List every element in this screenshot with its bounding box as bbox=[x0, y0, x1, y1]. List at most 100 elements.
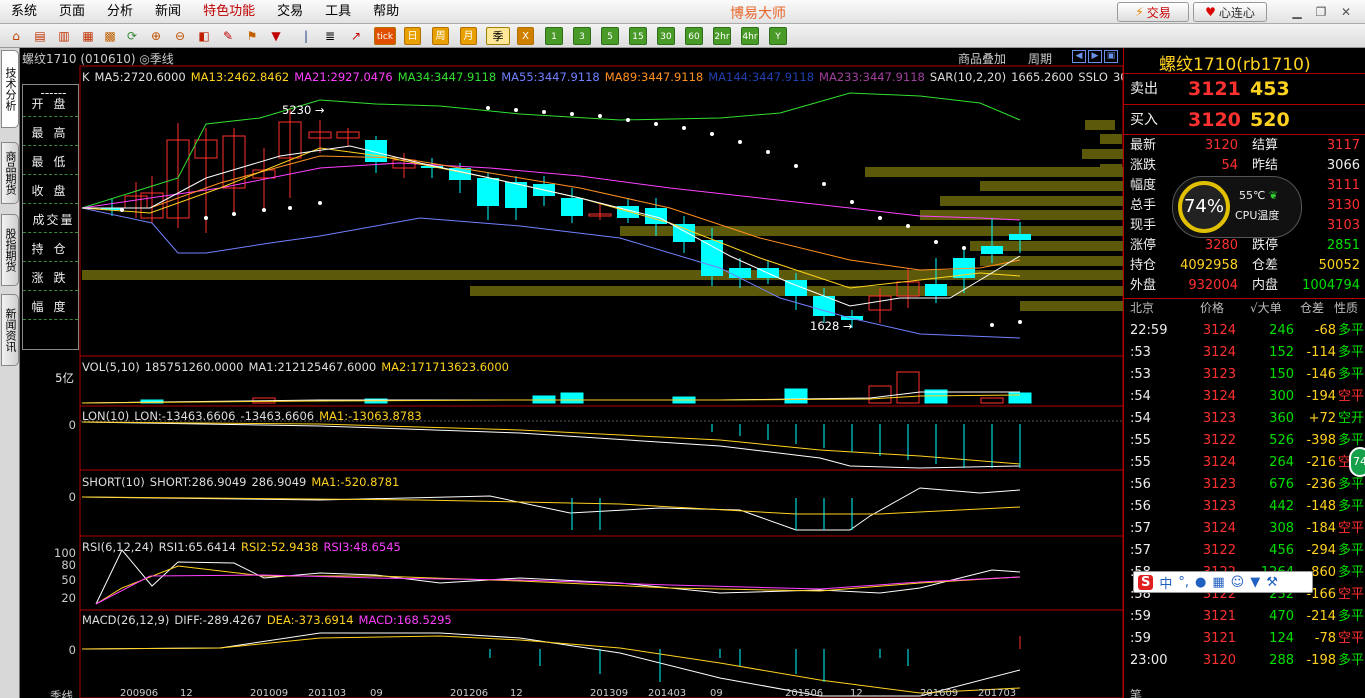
period-month-button[interactable]: 月 bbox=[460, 27, 477, 45]
cpu-widget[interactable]: 74% 55℃ ❦ CPU温度 bbox=[1172, 176, 1302, 238]
floating-badge[interactable]: 74 bbox=[1349, 447, 1365, 477]
tick-row[interactable]: :55 3122 526 -398 多平 bbox=[1124, 430, 1365, 452]
tick-row[interactable]: :53 3123 150 -146 多平 bbox=[1124, 364, 1365, 386]
wrench-icon: ⚒ bbox=[1266, 574, 1278, 590]
period-tick-button[interactable]: tick bbox=[374, 27, 396, 45]
heart-connect-button[interactable]: ♥ 心连心 bbox=[1193, 2, 1267, 22]
tick-row[interactable]: :553124264-216空平 bbox=[1124, 452, 1365, 474]
menu-special-features[interactable]: 特色功能 bbox=[192, 0, 266, 24]
candle-body-down bbox=[561, 198, 583, 216]
tab-news[interactable]: 新闻资讯 bbox=[1, 294, 19, 366]
news-icon[interactable]: ▩ bbox=[102, 27, 118, 45]
alert-icon[interactable]: ⚑ bbox=[244, 27, 260, 45]
sar-dot bbox=[710, 132, 714, 136]
tick-diff: -214 bbox=[1306, 609, 1336, 624]
ticks-footer: 笔 bbox=[1130, 688, 1143, 698]
zoom-out-icon[interactable]: ⊖ bbox=[172, 27, 188, 45]
menu-help[interactable]: 帮助 bbox=[362, 0, 410, 24]
tick-time: :59 bbox=[1130, 609, 1151, 624]
period-week-button[interactable]: 周 bbox=[432, 27, 449, 45]
separator-icon: | bbox=[303, 29, 309, 43]
menu-trade[interactable]: 交易 bbox=[266, 0, 314, 24]
stat-cell: 涨停 bbox=[1130, 238, 1157, 253]
tick-row[interactable]: :56 3123 676 -236 多平 bbox=[1124, 474, 1365, 496]
tick-row[interactable]: 23:00 3120 288 -198 多平 bbox=[1124, 650, 1365, 672]
period-60min-button[interactable]: 60 bbox=[685, 27, 703, 45]
cpu-usage-gauge: 74% bbox=[1178, 181, 1230, 233]
menu-news[interactable]: 新闻 bbox=[144, 0, 192, 24]
refresh-icon[interactable]: ⟳ bbox=[124, 27, 140, 45]
period-4hr-button[interactable]: 4hr bbox=[741, 27, 759, 45]
chart-area[interactable]: 螺纹1710 (010610) ◎季线 商品叠加 周期 ◀ ▶ ▣ K MA5:2… bbox=[20, 48, 1123, 698]
candle-body-down bbox=[701, 240, 723, 276]
tick-row[interactable]: :53 3124 152 -114 多平 bbox=[1124, 342, 1365, 364]
period-30min-button[interactable]: 30 bbox=[657, 27, 675, 45]
period-2hr-button[interactable]: 2hr bbox=[713, 27, 731, 45]
tick-row[interactable]: :54 3123 360 +72 空开 bbox=[1124, 408, 1365, 430]
menu-analysis[interactable]: 分析 bbox=[96, 0, 144, 24]
period-15min-button[interactable]: 15 bbox=[629, 27, 647, 45]
stat-row: 涨停 3280 跌停 2851 bbox=[1124, 236, 1365, 256]
tick-row[interactable]: :59 3121 470 -214 多平 bbox=[1124, 606, 1365, 628]
rsi-line bbox=[95, 549, 1021, 605]
tick-row[interactable]: :57 3122 456 -294 多平 bbox=[1124, 540, 1365, 562]
stat-cell: 3103 bbox=[1326, 218, 1360, 233]
monitor-icon[interactable]: ▥ bbox=[56, 27, 72, 45]
zoom-in-icon[interactable]: ⊕ bbox=[148, 27, 164, 45]
menu-tools[interactable]: 工具 bbox=[314, 0, 362, 24]
tick-row[interactable]: :54 3124 300 -194 空平 bbox=[1124, 386, 1365, 408]
list-icon[interactable]: ≣ bbox=[322, 27, 338, 45]
home-icon[interactable]: ⌂ bbox=[8, 27, 24, 45]
volume-zone-bar bbox=[1040, 210, 1123, 220]
sar-dot bbox=[204, 216, 208, 220]
macd-dea-line bbox=[81, 635, 1021, 694]
window-icon[interactable]: ◧ bbox=[196, 27, 212, 45]
tick-price: 3123 bbox=[1202, 499, 1236, 514]
period-year-button[interactable]: Y bbox=[769, 27, 787, 45]
tick-time: :55 bbox=[1130, 455, 1151, 470]
tick-row[interactable]: 22:59 3124 246 -68 多平 bbox=[1124, 320, 1365, 342]
period-5min-button[interactable]: 5 bbox=[601, 27, 619, 45]
maximize-icon[interactable]: ❐ bbox=[1311, 3, 1331, 21]
tab-technical-analysis[interactable]: 技术分析 bbox=[1, 50, 19, 128]
close-icon[interactable]: ✕ bbox=[1336, 3, 1356, 21]
stat-cell: 幅度 bbox=[1130, 178, 1157, 193]
tab-index-futures[interactable]: 股指期货 bbox=[1, 214, 19, 286]
ticks-city: 北京 bbox=[1130, 301, 1155, 315]
period-day-button[interactable]: 日 bbox=[404, 27, 421, 45]
tick-time: :57 bbox=[1130, 543, 1151, 558]
period-3min-button[interactable]: 3 bbox=[573, 27, 591, 45]
chart-line-icon[interactable]: ↗ bbox=[348, 27, 364, 45]
tab-commodity-futures[interactable]: 商品期货 bbox=[1, 142, 19, 204]
trade-button-label: 交易 bbox=[1146, 5, 1171, 20]
indicator-value: SHORT:286.9049 bbox=[149, 475, 247, 489]
draw-pen-icon[interactable]: ✎ bbox=[220, 27, 236, 45]
minimize-icon[interactable]: ▁ bbox=[1287, 3, 1307, 21]
menu-system[interactable]: 系统 bbox=[0, 0, 48, 24]
trade-button[interactable]: ⚡ 交易 bbox=[1117, 2, 1189, 22]
low-marker-value: 1628 bbox=[810, 319, 840, 333]
tick-diff: -184 bbox=[1306, 521, 1336, 536]
ticks-diff-header: 仓差 bbox=[1300, 301, 1325, 315]
stat-row: 最新 3120 结算 3117 bbox=[1124, 136, 1365, 156]
lon-line bbox=[81, 421, 1021, 469]
filter-icon[interactable]: ▼ bbox=[268, 27, 284, 45]
pane-borders bbox=[79, 65, 1123, 698]
tick-row[interactable]: :57 3124 308 -184 空平 bbox=[1124, 518, 1365, 540]
tick-price: 3123 bbox=[1202, 367, 1236, 382]
period-x-button[interactable]: X bbox=[517, 27, 534, 45]
ime-toolbar[interactable]: S 中 °, ● ▦ ☺ ▼ ⚒ bbox=[1133, 571, 1313, 593]
divider bbox=[1124, 104, 1365, 105]
quote-icon[interactable]: ▤ bbox=[32, 27, 48, 45]
period-1min-button[interactable]: 1 bbox=[545, 27, 563, 45]
volume-zone-bar bbox=[940, 196, 1123, 206]
menu-page[interactable]: 页面 bbox=[48, 0, 96, 24]
tick-row[interactable]: :56 3123 442 -148 多平 bbox=[1124, 496, 1365, 518]
stat-row: 涨跌 54 昨结 3066 bbox=[1124, 156, 1365, 176]
period-quarter-button[interactable]: 季 bbox=[486, 27, 510, 45]
tick-row[interactable]: :59 3121 124 -78 空平 bbox=[1124, 628, 1365, 650]
buy-volume: 520 bbox=[1250, 109, 1290, 131]
x-axis-tick: 201009 bbox=[250, 688, 289, 698]
stat-cell: 932004 bbox=[1188, 278, 1238, 293]
table-icon[interactable]: ▦ bbox=[80, 27, 96, 45]
